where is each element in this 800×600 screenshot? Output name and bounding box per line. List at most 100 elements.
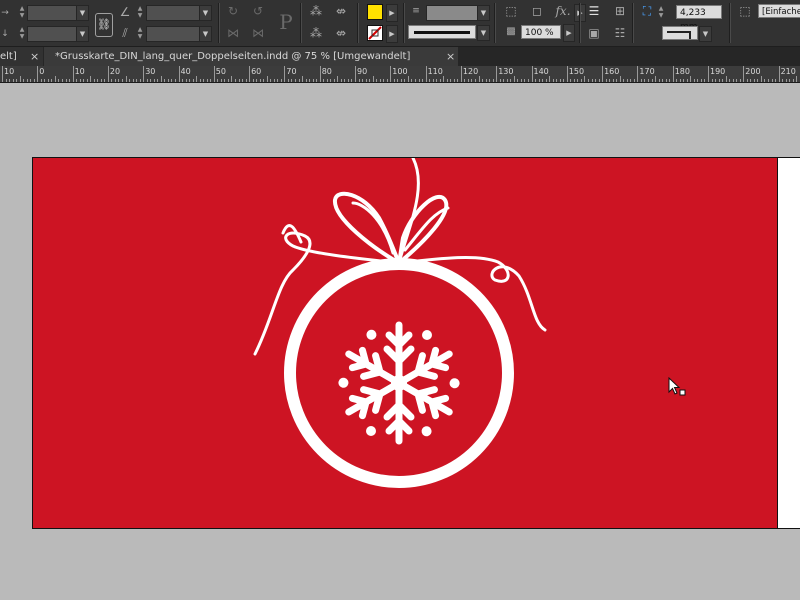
effects-icon[interactable]: fx. <box>555 3 571 19</box>
ruler-tick <box>326 79 328 82</box>
ruler-tick <box>503 79 505 82</box>
x-dropdown[interactable]: ▼ <box>76 5 89 21</box>
opacity-dropdown[interactable]: ▶ <box>563 24 575 42</box>
rotation-dropdown[interactable]: ▼ <box>199 5 212 21</box>
ruler-label: 50 <box>215 67 226 76</box>
separator <box>403 3 405 43</box>
y-position-field[interactable] <box>27 26 77 42</box>
stroke-weight-dropdown[interactable]: ▼ <box>477 5 490 21</box>
tab-previous-document[interactable]: elt] × <box>0 47 43 66</box>
ruler-tick <box>637 66 639 82</box>
shear-angle-field[interactable] <box>146 26 200 42</box>
select-previous-icon[interactable]: ⁂ <box>308 25 324 41</box>
ruler-tick <box>746 79 748 82</box>
text-wrap-icon[interactable]: ⊞ <box>612 3 628 19</box>
ruler-tick <box>669 79 671 82</box>
ruler-tick <box>365 79 367 82</box>
tab-current-document[interactable]: *Grusskarte_DIN_lang_quer_Doppelseiten.i… <box>44 47 458 66</box>
corner-options-icon[interactable]: ◻ <box>529 3 545 19</box>
ruler-tick <box>647 79 649 82</box>
ruler-tick <box>379 79 381 82</box>
shear-spin-icon[interactable]: ▲ ▼ <box>136 26 144 40</box>
close-icon[interactable]: × <box>30 47 39 66</box>
rotate-ccw-icon[interactable]: ↺ <box>250 3 266 19</box>
y-spin-icon[interactable]: ▲ ▼ <box>18 26 26 40</box>
auto-fit-icon[interactable]: ⛶ <box>639 3 655 19</box>
ruler-tick <box>263 79 265 82</box>
select-container-icon[interactable]: ⁂ <box>308 3 324 19</box>
ruler-tick <box>700 79 702 82</box>
ruler-tick <box>489 79 491 82</box>
flip-vertical-icon[interactable]: ⋈ <box>250 25 266 41</box>
ruler-tick <box>782 79 784 82</box>
x-position-field[interactable] <box>27 5 77 21</box>
separator <box>494 3 496 43</box>
chain-link-icon[interactable]: ⛓ <box>95 13 113 37</box>
ruler-tick <box>69 79 71 82</box>
wrap-around-icon[interactable]: ▣ <box>586 25 602 41</box>
tab-label: elt] <box>0 51 17 62</box>
ruler-tick <box>178 66 180 82</box>
ruler-tick <box>150 79 152 82</box>
ruler-tick <box>475 79 477 82</box>
ruler-label: 190 <box>710 67 726 76</box>
ruler-tick <box>570 79 572 82</box>
ruler-label: 30 <box>145 67 156 76</box>
reference-point-icon[interactable]: P <box>275 10 297 34</box>
ruler-tick <box>580 79 582 82</box>
christmas-bauble-snowflake-icon[interactable] <box>33 158 778 529</box>
document-page[interactable] <box>32 157 778 529</box>
stroke-type-field[interactable] <box>408 25 476 39</box>
select-content-icon[interactable]: ⇎ <box>333 3 349 19</box>
flip-horizontal-icon[interactable]: ⋈ <box>225 25 241 41</box>
fill-swatch-icon[interactable] <box>367 4 383 20</box>
snowflake <box>338 321 460 445</box>
ruler-tick <box>277 79 279 82</box>
ruler-tick <box>496 66 498 82</box>
x-spin-icon[interactable]: ▲ ▼ <box>18 5 26 19</box>
object-style-icon[interactable]: ⬚ <box>737 3 753 19</box>
object-style-dropdown[interactable]: [Einfache <box>758 4 800 18</box>
stroke-style-dropdown[interactable]: ▼ <box>699 26 712 42</box>
ruler-tick <box>450 79 452 82</box>
y-dropdown[interactable]: ▼ <box>76 26 89 42</box>
ruler-tick <box>598 79 600 82</box>
ruler-tick <box>323 79 325 82</box>
shear-dropdown[interactable]: ▼ <box>199 26 212 42</box>
frame-fitting-icon[interactable]: ⬚ <box>503 3 519 19</box>
fill-dropdown[interactable]: ▶ <box>386 4 398 22</box>
ruler-tick <box>527 79 529 82</box>
facing-page[interactable] <box>777 157 800 529</box>
stroke-weight-field[interactable] <box>426 5 478 21</box>
measure-field[interactable]: 4,233 mm <box>676 5 722 32</box>
ruler-tick <box>619 76 621 82</box>
stroke-swatch-icon[interactable] <box>367 25 383 41</box>
opacity-field[interactable]: 100 % <box>521 25 561 39</box>
ruler-tick <box>118 79 120 82</box>
angle-spin-icon[interactable]: ▲ ▼ <box>136 5 144 19</box>
stroke-type-dropdown[interactable]: ▼ <box>477 25 490 41</box>
shear-icon: ⫽ <box>122 26 128 40</box>
ruler-tick <box>273 79 275 82</box>
ruler-tick <box>383 79 385 82</box>
separator <box>357 3 359 43</box>
select-next-icon[interactable]: ⇎ <box>333 25 349 41</box>
arrow-right-icon: → <box>1 8 9 18</box>
measure-spin-icon[interactable]: ▲ ▼ <box>657 5 665 19</box>
rotate-cw-icon[interactable]: ↻ <box>225 3 241 19</box>
snowflake-dot <box>366 426 376 436</box>
ruler-tick <box>718 79 720 82</box>
align-left-icon[interactable]: ☰ <box>586 3 602 19</box>
close-icon[interactable]: × <box>446 47 455 66</box>
wrap-jump-icon[interactable]: ☷ <box>612 25 628 41</box>
bow-left-loop <box>333 191 401 265</box>
stroke-dropdown[interactable]: ▶ <box>386 25 398 43</box>
ruler-tick <box>662 79 664 82</box>
rotation-angle-field[interactable] <box>146 5 200 21</box>
horizontal-ruler[interactable]: 10 0 10 20 30 40 50 60 70 80 90 100 110 120 130 140 150 1… <box>0 66 800 83</box>
stroke-style-field[interactable] <box>662 26 698 40</box>
ruler-tick <box>291 79 293 82</box>
ruler-tick <box>302 76 304 82</box>
snowflake-dot <box>366 329 377 340</box>
ruler-tick <box>58 79 60 82</box>
